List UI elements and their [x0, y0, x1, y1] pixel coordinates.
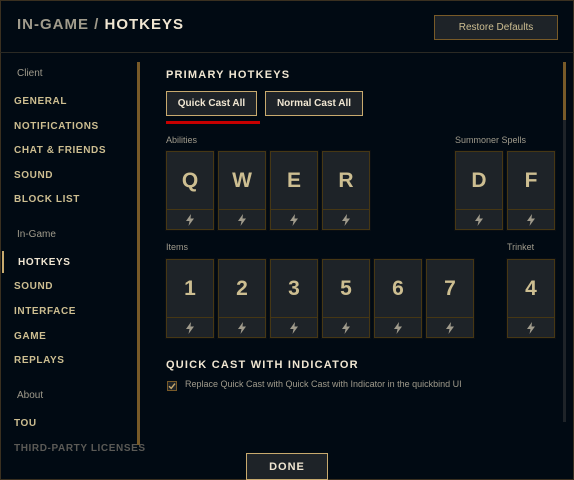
abilities-label: Abilities: [166, 135, 198, 145]
hotkey-tile-abilities[interactable]: R: [321, 150, 371, 231]
lightning-bolt-icon[interactable]: [323, 210, 369, 230]
hotkey-tile-summoner[interactable]: D: [454, 150, 504, 231]
hotkey-binding-label: 1: [184, 276, 196, 300]
lightning-bolt-icon[interactable]: [375, 318, 421, 338]
sidebar-item-general[interactable]: GENERAL: [14, 96, 67, 107]
lightning-bolt-icon[interactable]: [456, 210, 502, 230]
sidebar-item-replays[interactable]: REPLAYS: [14, 355, 65, 366]
breadcrumb-separator: /: [89, 16, 105, 33]
sidebar-item-tou[interactable]: TOU: [14, 418, 37, 429]
header-divider: [0, 52, 574, 53]
sidebar-scrollbar-thumb[interactable]: [137, 62, 140, 445]
hotkey-tile-abilities[interactable]: W: [217, 150, 267, 231]
sidebar-item-notifications[interactable]: NOTIFICATIONS: [14, 121, 99, 132]
hotkey-binding-label: 2: [236, 276, 248, 300]
breadcrumb-parent: IN-GAME: [17, 16, 89, 33]
hotkey-binding-label: 4: [525, 276, 537, 300]
lightning-bolt-icon[interactable]: [271, 210, 317, 230]
content-scrollbar-thumb[interactable]: [563, 62, 566, 120]
sidebar-item-third-party-licenses[interactable]: THIRD-PARTY LICENSES: [14, 443, 146, 454]
quick-cast-indicator-label[interactable]: Replace Quick Cast with Quick Cast with …: [185, 379, 462, 389]
lightning-bolt-icon[interactable]: [323, 318, 369, 338]
sidebar-item-game[interactable]: GAME: [14, 331, 46, 342]
hotkey-tile-abilities[interactable]: Q: [165, 150, 215, 231]
hotkey-binding-label: D: [471, 168, 487, 192]
quick-cast-indicator-checkbox[interactable]: [167, 381, 177, 391]
sidebar-item-ingame-sound[interactable]: SOUND: [14, 281, 53, 292]
sidebar-heading-ingame: In-Game: [17, 229, 56, 240]
hotkey-tile-trinket[interactable]: 4: [506, 258, 556, 339]
trinket-label: Trinket: [507, 242, 535, 252]
hotkey-tile-abilities[interactable]: E: [269, 150, 319, 231]
selected-mode-underline: [166, 121, 260, 124]
lightning-bolt-icon[interactable]: [167, 210, 213, 230]
hotkey-binding-label: W: [232, 168, 252, 192]
lightning-bolt-icon[interactable]: [427, 318, 473, 338]
lightning-bolt-icon[interactable]: [219, 318, 265, 338]
checkmark-icon: [168, 383, 176, 390]
sidebar-item-interface[interactable]: INTERFACE: [14, 306, 76, 317]
hotkey-tile-items[interactable]: 3: [269, 258, 319, 339]
sidebar-active-indicator: [2, 251, 4, 273]
lightning-bolt-icon[interactable]: [167, 318, 213, 338]
hotkey-tile-items[interactable]: 2: [217, 258, 267, 339]
sidebar-item-block-list[interactable]: BLOCK LIST: [14, 194, 80, 205]
hotkey-tile-items[interactable]: 6: [373, 258, 423, 339]
summoner-spells-label: Summoner Spells: [455, 135, 527, 145]
hotkey-binding-label: Q: [181, 168, 199, 192]
quick-cast-all-button[interactable]: Quick Cast All: [166, 91, 257, 116]
restore-defaults-button[interactable]: Restore Defaults: [434, 15, 558, 40]
hotkey-binding-label: F: [524, 168, 538, 192]
primary-hotkeys-title: PRIMARY HOTKEYS: [166, 69, 291, 81]
breadcrumb-current: HOTKEYS: [104, 16, 185, 33]
normal-cast-all-button[interactable]: Normal Cast All: [265, 91, 363, 116]
hotkey-tile-summoner[interactable]: F: [506, 150, 556, 231]
hotkey-binding-label: 6: [392, 276, 404, 300]
sidebar-heading-about: About: [17, 390, 44, 401]
hotkey-binding-label: E: [286, 168, 301, 192]
hotkey-tile-items[interactable]: 7: [425, 258, 475, 339]
hotkey-tile-items[interactable]: 1: [165, 258, 215, 339]
lightning-bolt-icon[interactable]: [271, 318, 317, 338]
lightning-bolt-icon[interactable]: [508, 210, 554, 230]
hotkey-tile-items[interactable]: 5: [321, 258, 371, 339]
quick-cast-indicator-title: QUICK CAST WITH INDICATOR: [166, 359, 359, 371]
lightning-bolt-icon[interactable]: [508, 318, 554, 338]
sidebar-item-client-sound[interactable]: SOUND: [14, 170, 53, 181]
lightning-bolt-icon[interactable]: [219, 210, 265, 230]
done-button[interactable]: DONE: [246, 453, 328, 480]
page-title: IN-GAME / HOTKEYS: [17, 16, 184, 33]
sidebar-item-hotkeys[interactable]: HOTKEYS: [18, 257, 71, 268]
hotkey-binding-label: 7: [444, 276, 456, 300]
sidebar-heading-client: Client: [17, 68, 43, 79]
sidebar-item-chat-friends[interactable]: CHAT & FRIENDS: [14, 145, 106, 156]
items-label: Items: [166, 242, 189, 252]
hotkey-binding-label: 3: [288, 276, 300, 300]
hotkey-binding-label: 5: [340, 276, 352, 300]
hotkey-binding-label: R: [338, 168, 354, 192]
